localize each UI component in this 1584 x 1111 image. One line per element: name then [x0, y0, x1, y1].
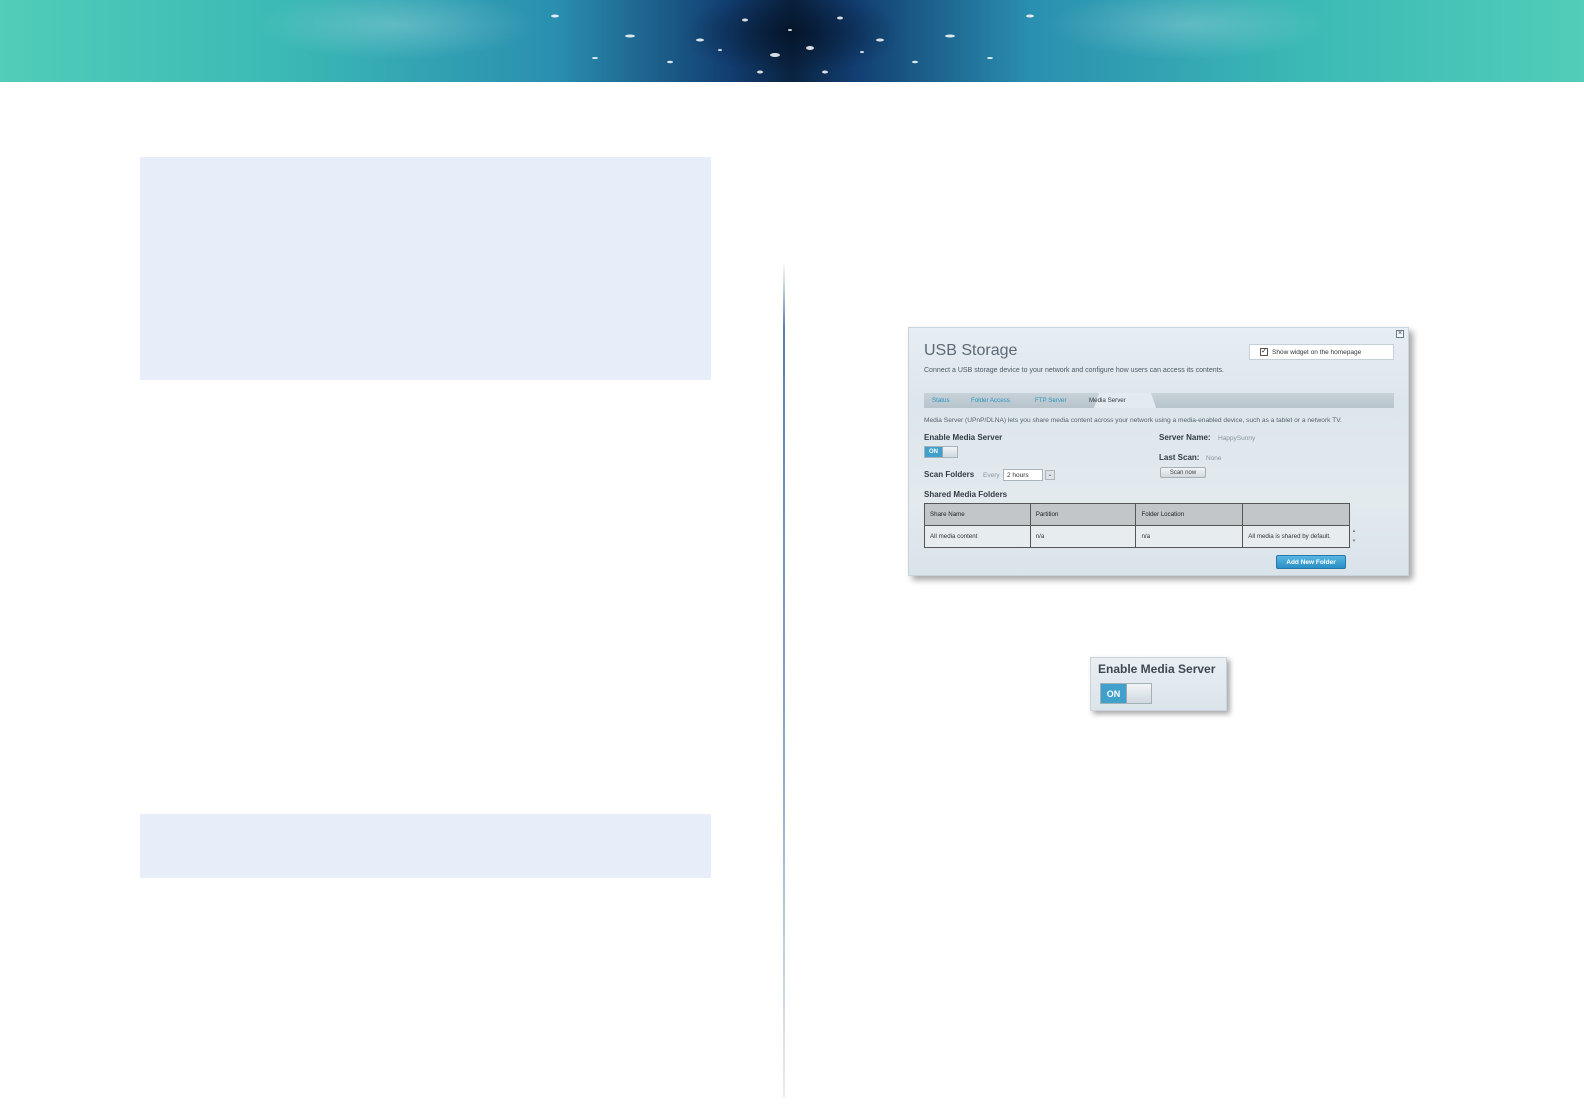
column-header: Folder Location: [1135, 503, 1244, 526]
show-widget-label: Show widget on the homepage: [1272, 348, 1362, 356]
usb-storage-window: × USB Storage Connect a USB storage devi…: [908, 327, 1409, 576]
table-row[interactable]: All media content n/a n/a All media is s…: [924, 525, 1350, 548]
tab-media-server[interactable]: Media Server: [1089, 397, 1126, 404]
server-name-label: Server Name:: [1159, 433, 1211, 442]
usb-storage-subtitle: Connect a USB storage device to your net…: [924, 367, 1224, 374]
table-cell: n/a: [1029, 525, 1137, 548]
server-name-value: HappySunny: [1218, 435, 1256, 442]
table-cell: n/a: [1135, 525, 1244, 548]
column-header: [1242, 503, 1350, 526]
usb-storage-title: USB Storage: [924, 342, 1018, 359]
callout-toggle-knob: [1126, 684, 1151, 703]
last-scan-value: None: [1206, 455, 1222, 462]
show-widget-checkbox[interactable]: ✓ Show widget on the homepage: [1249, 344, 1394, 360]
table-scrollbar[interactable]: ▴ ▾: [1350, 526, 1358, 548]
shared-folders-table: Share Name Partition Folder Location All…: [924, 503, 1350, 548]
chevron-down-icon[interactable]: ⌄: [1045, 470, 1055, 480]
note-box-top: [140, 157, 711, 380]
tab-status[interactable]: Status: [932, 397, 950, 404]
column-header: Share Name: [924, 503, 1031, 526]
manual-page: × USB Storage Connect a USB storage devi…: [0, 0, 1584, 1111]
tab-ftp-server[interactable]: FTP Server: [1035, 397, 1067, 404]
enable-media-server-toggle[interactable]: ON: [924, 446, 958, 458]
callout-toggle-on-label: ON: [1101, 684, 1126, 703]
column-divider: [783, 262, 785, 1097]
table-cell: All media is shared by default.: [1242, 525, 1350, 548]
table-cell: All media content: [924, 525, 1031, 548]
scan-folders-label: Scan Folders: [924, 470, 975, 479]
callout-title: Enable Media Server: [1098, 662, 1216, 676]
tab-bar: Status Folder Access FTP Server Media Se…: [924, 393, 1394, 408]
last-scan-label: Last Scan:: [1159, 453, 1200, 462]
scan-now-button[interactable]: Scan now: [1160, 467, 1206, 478]
add-new-folder-button[interactable]: Add New Folder: [1276, 555, 1346, 569]
every-label: Every: [983, 472, 1000, 479]
enable-media-server-callout: Enable Media Server ON: [1090, 657, 1227, 711]
shared-media-folders-label: Shared Media Folders: [924, 490, 1008, 499]
toggle-knob: [942, 447, 957, 457]
header-banner-image: [0, 0, 1584, 82]
media-server-description: Media Server (UPnP/DLNA) lets you share …: [924, 417, 1342, 424]
enable-media-server-label: Enable Media Server: [924, 433, 1003, 442]
scan-interval-select[interactable]: 2 hours: [1003, 469, 1043, 481]
tab-folder-access[interactable]: Folder Access: [971, 397, 1010, 404]
callout-toggle[interactable]: ON: [1100, 683, 1152, 704]
checkmark-icon: ✓: [1260, 348, 1268, 356]
banner-sparkles: [551, 14, 1034, 74]
toggle-on-label: ON: [925, 447, 942, 457]
table-header-row: Share Name Partition Folder Location: [924, 503, 1350, 526]
close-icon[interactable]: ×: [1396, 330, 1404, 338]
note-box-bottom: [140, 814, 711, 878]
column-header: Partition: [1029, 503, 1137, 526]
